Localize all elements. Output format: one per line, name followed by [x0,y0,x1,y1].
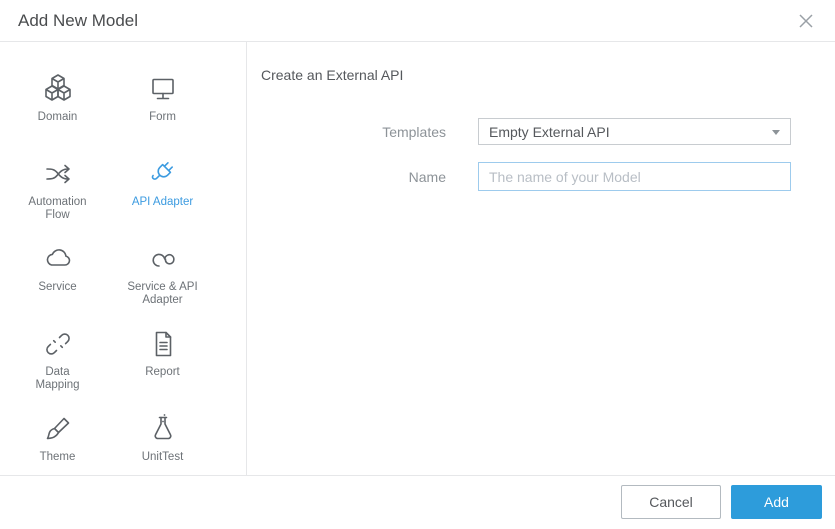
sidebar-item-api-adapter[interactable]: API Adapter [110,158,215,243]
name-row: Name [247,162,835,191]
close-button[interactable] [795,10,817,32]
sidebar-item-label: Automation Flow [28,196,87,221]
sidebar-item-report[interactable]: Report [110,328,215,413]
broken-link-icon [45,333,70,355]
cloud-loop-icon [151,253,175,267]
chevron-down-icon [772,130,780,135]
paintbrush-icon [46,417,69,440]
sidebar-item-label: Domain [37,111,78,123]
templates-label: Templates [382,123,446,140]
monitor-icon [151,78,174,100]
dialog-header: Add New Model [0,0,835,42]
templates-select[interactable]: Empty External API [478,118,791,145]
flask-icon [153,414,172,440]
sidebar-item-label: Form [149,111,176,123]
close-icon [799,13,813,28]
sidebar-item-data-mapping[interactable]: Data Mapping [5,328,110,413]
model-type-panel: Domain Form Automation Flow API Adapter … [0,42,247,475]
create-form: Templates Empty External API Name [247,118,835,191]
model-type-grid: Domain Form Automation Flow API Adapter … [5,73,246,498]
create-panel: Create an External API Templates Empty E… [247,42,835,475]
sidebar-item-automation-flow[interactable]: Automation Flow [5,158,110,243]
panel-heading: Create an External API [261,67,404,83]
sidebar-item-label: Service & API Adapter [127,281,198,306]
sidebar-item-service[interactable]: Service [5,243,110,328]
sidebar-item-domain[interactable]: Domain [5,73,110,158]
name-label: Name [408,168,446,185]
sidebar-item-label: Theme [39,451,76,463]
cancel-button[interactable]: Cancel [621,485,721,519]
add-button[interactable]: Add [731,485,822,519]
templates-selected-value: Empty External API [489,123,610,140]
sidebar-item-theme[interactable]: Theme [5,413,110,498]
sidebar-item-unittest[interactable]: UnitTest [110,413,215,498]
dialog-body: Domain Form Automation Flow API Adapter … [0,42,835,476]
sidebar-item-form[interactable]: Form [110,73,215,158]
dialog-title: Add New Model [18,10,139,30]
cubes-icon [44,74,71,101]
sidebar-item-label: Data Mapping [35,366,80,391]
sidebar-item-label: Report [145,366,180,378]
plug-icon [151,162,173,180]
sidebar-item-service-api-adapter[interactable]: Service & API Adapter [110,243,215,328]
add-new-model-dialog: Add New Model Domain Form Automation Flo… [0,0,835,529]
sidebar-item-label: UnitTest [141,451,184,463]
shuffle-icon [45,164,70,184]
report-icon [155,331,171,357]
templates-row: Templates Empty External API [247,118,835,145]
sidebar-item-label: API Adapter [131,196,194,208]
name-input[interactable] [478,162,791,191]
sidebar-item-label: Service [38,281,77,293]
cloud-icon [46,249,70,266]
